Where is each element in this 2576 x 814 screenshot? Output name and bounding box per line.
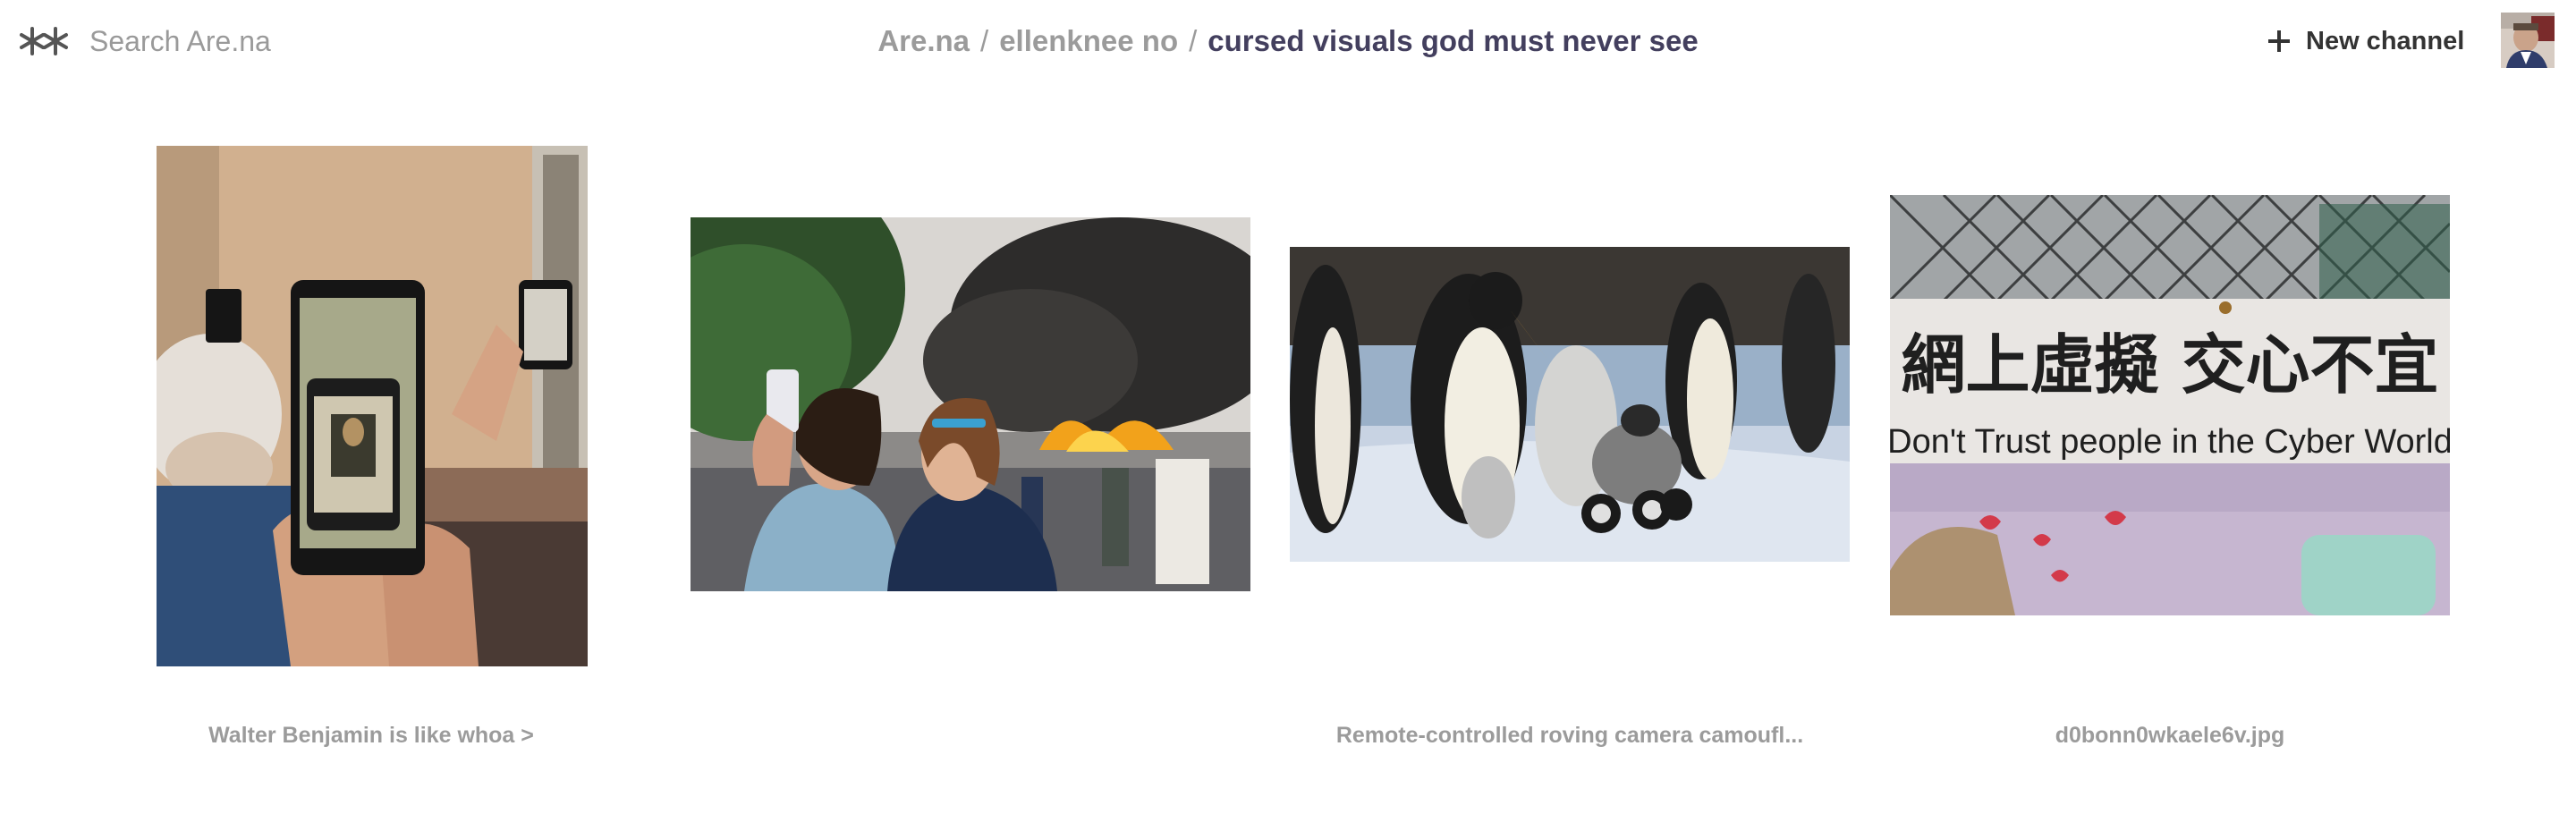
- breadcrumb-separator: /: [1189, 24, 1198, 57]
- block-image-3: [1290, 247, 1850, 562]
- channel-block[interactable]: [691, 217, 1250, 593]
- plus-icon: [2268, 30, 2290, 52]
- channel-block[interactable]: [1290, 247, 1850, 562]
- sign-text-cn: 網上虛擬 交心不宜: [1901, 327, 2438, 403]
- block-image-2: [691, 217, 1250, 591]
- new-channel-label: New channel: [2306, 26, 2465, 55]
- block-caption[interactable]: Walter Benjamin is like whoa >: [121, 721, 622, 750]
- channel-title[interactable]: cursed visuals god must never see: [1208, 24, 1698, 57]
- new-channel-button[interactable]: New channel: [2268, 21, 2464, 61]
- block-caption[interactable]: Remote-controlled roving camera camoufl.…: [1319, 721, 1820, 750]
- top-nav: Are.na / ellenknee no / cursed visuals god m…: [0, 0, 2576, 82]
- user-avatar[interactable]: [2501, 13, 2555, 68]
- block-image-1: [157, 146, 588, 666]
- sign-text-en: Don't Trust people in the Cyber World: [1890, 423, 2450, 461]
- breadcrumb: Are.na / ellenknee no / cursed visuals god m…: [0, 21, 2576, 61]
- breadcrumb-separator: /: [980, 24, 989, 57]
- avatar-photo-icon: [2501, 13, 2555, 68]
- block-image-4: 網上虛擬 交心不宜 Don't Trust people in the Cybe…: [1890, 195, 2450, 615]
- channel-block[interactable]: [157, 146, 590, 683]
- channel-block[interactable]: 網上虛擬 交心不宜 Don't Trust people in the Cybe…: [1890, 195, 2450, 617]
- block-caption[interactable]: d0bonn0wkaele6v.jpg: [1919, 721, 2420, 750]
- breadcrumb-root-link[interactable]: Are.na: [877, 24, 970, 57]
- breadcrumb-user-link[interactable]: ellenknee no: [999, 24, 1178, 57]
